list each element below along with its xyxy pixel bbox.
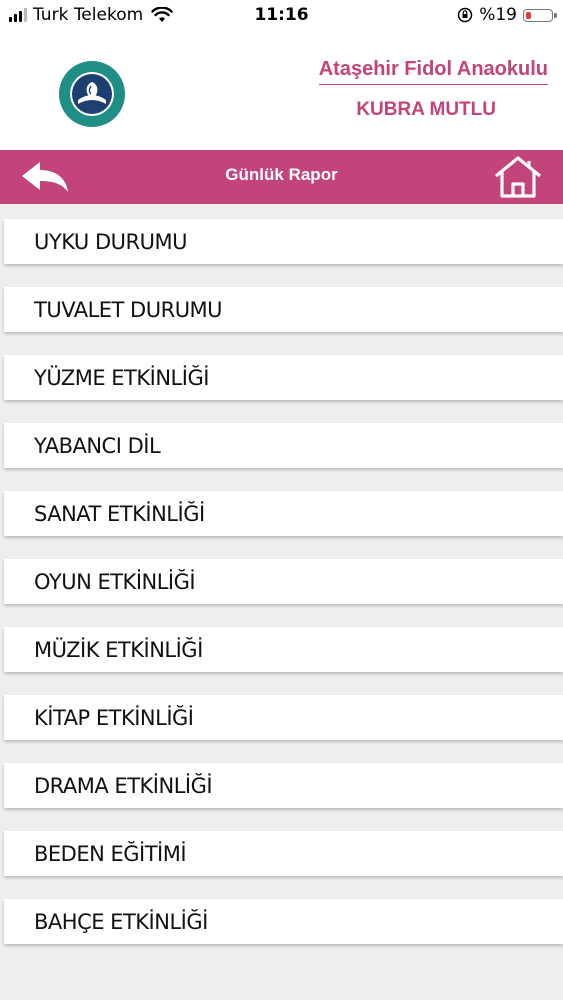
status-bar: Turk Telekom 11:16 %19: [0, 0, 563, 30]
menu-item-label: OYUN ETKİNLİĞİ: [34, 569, 196, 594]
menu-item[interactable]: UYKU DURUMU: [4, 219, 563, 264]
report-menu-list: UYKU DURUMU TUVALET DURUMU YÜZME ETKİNLİĞİ…: [4, 219, 563, 967]
menu-item[interactable]: BAHÇE ETKİNLİĞİ: [4, 899, 563, 944]
status-right: %19: [457, 5, 557, 25]
battery-level: [526, 11, 531, 19]
menu-item[interactable]: YABANCI DİL: [4, 423, 563, 468]
school-logo-icon: [59, 61, 125, 127]
battery-percent: %19: [479, 5, 517, 25]
menu-item-label: UYKU DURUMU: [34, 229, 187, 254]
nav-title: Günlük Rapor: [225, 165, 338, 184]
header: Ataşehir Fidol Anaokulu KUBRA MUTLU: [0, 30, 563, 150]
student-name: KUBRA MUTLU: [356, 99, 496, 120]
menu-item-label: BAHÇE ETKİNLİĞİ: [34, 909, 208, 934]
school-name: Ataşehir Fidol Anaokulu: [318, 58, 548, 85]
menu-item[interactable]: SANAT ETKİNLİĞİ: [4, 491, 563, 536]
menu-item-label: SANAT ETKİNLİĞİ: [34, 501, 205, 526]
menu-item-label: MÜZİK ETKİNLİĞİ: [34, 637, 203, 662]
orientation-lock-icon: [457, 7, 473, 23]
menu-item[interactable]: MÜZİK ETKİNLİĞİ: [4, 627, 563, 672]
menu-item-label: BEDEN EĞİTİMİ: [34, 841, 187, 866]
menu-item[interactable]: OYUN ETKİNLİĞİ: [4, 559, 563, 604]
menu-item[interactable]: KİTAP ETKİNLİĞİ: [4, 695, 563, 740]
menu-item-label: TUVALET DURUMU: [34, 297, 223, 322]
menu-item-label: YABANCI DİL: [34, 433, 161, 458]
menu-item-label: DRAMA ETKİNLİĞİ: [34, 773, 213, 798]
nav-bar: Günlük Rapor: [0, 150, 563, 204]
battery-icon: [523, 8, 557, 22]
menu-item[interactable]: BEDEN EĞİTİMİ: [4, 831, 563, 876]
home-icon: [494, 156, 542, 198]
menu-item[interactable]: YÜZME ETKİNLİĞİ: [4, 355, 563, 400]
menu-item-label: YÜZME ETKİNLİĞİ: [34, 365, 209, 390]
menu-item[interactable]: TUVALET DURUMU: [4, 287, 563, 332]
home-button[interactable]: [493, 155, 543, 199]
menu-item-label: KİTAP ETKİNLİĞİ: [34, 705, 194, 730]
menu-item[interactable]: DRAMA ETKİNLİĞİ: [4, 763, 563, 808]
